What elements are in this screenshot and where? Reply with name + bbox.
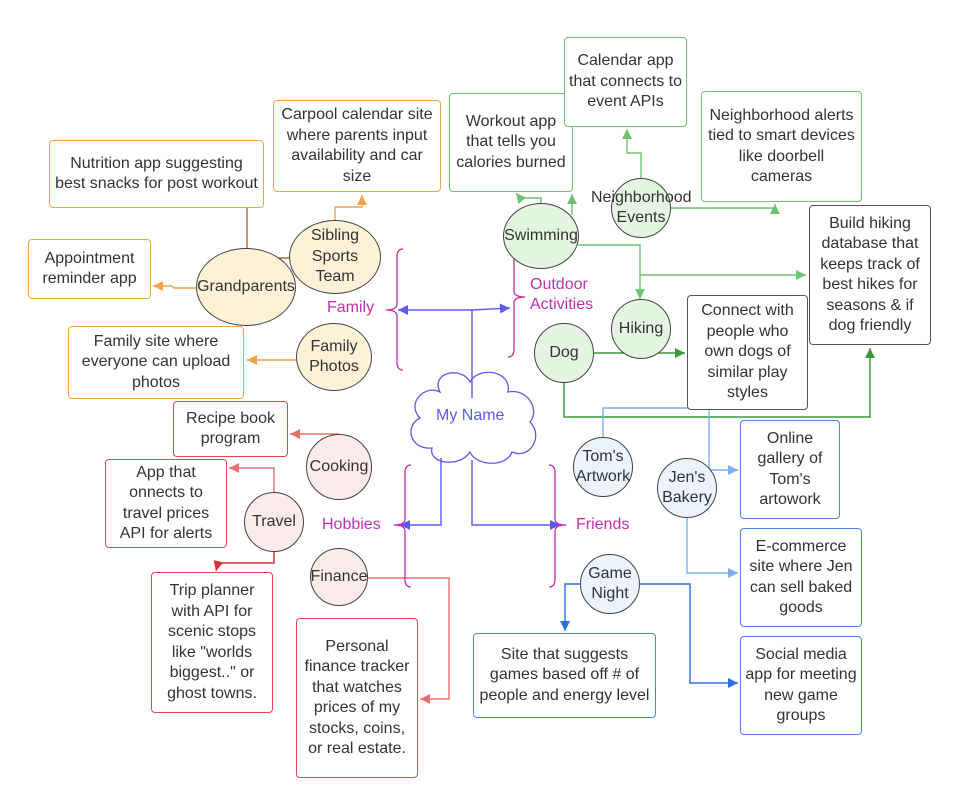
arrowhead-icon [213, 560, 224, 571]
arrowhead-icon [420, 694, 430, 704]
idea-box-socialMedia[interactable]: Social media app for meeting new game gr… [740, 636, 862, 735]
idea-box-trip[interactable]: Trip planner with API for scenic stops l… [151, 572, 273, 713]
center-label: My Name [436, 407, 505, 424]
arrowhead-icon [865, 348, 875, 358]
topic-label: Tom's Artwork [575, 447, 631, 486]
topic-node-travel[interactable]: Travel [244, 492, 304, 552]
topic-node-jens[interactable]: Jen's Bakery [657, 458, 717, 518]
topic-node-gameNight[interactable]: Game Night [580, 554, 640, 614]
arrowhead-icon [560, 621, 570, 631]
arrowhead-icon [357, 195, 367, 205]
topic-label: Hiking [618, 319, 664, 337]
topic-label: Dog [549, 343, 579, 361]
mind-map: Nutrition app suggesting best snacks for… [0, 0, 954, 810]
topic-label: Cooking [309, 457, 369, 475]
topic-label: Sibling Sports Team [310, 227, 360, 286]
idea-box-workout[interactable]: Workout app that tells you calories burn… [449, 93, 573, 192]
arrowhead-icon [728, 568, 738, 578]
arrowhead-icon [728, 678, 738, 688]
topic-label: Grandparents [197, 277, 295, 295]
idea-box-appointment[interactable]: Appointment reminder app [28, 239, 151, 299]
connector-line [215, 552, 275, 572]
arrowhead-icon [247, 355, 257, 365]
topic-node-neighborhood[interactable]: Neighborhood Events [591, 178, 692, 238]
idea-box-travelApp[interactable]: App that onnects to travel prices API fo… [105, 459, 227, 548]
topic-label: Game Night [588, 564, 632, 603]
topic-label: Travel [252, 512, 296, 530]
topic-node-grandparents[interactable]: Grandparents [196, 248, 296, 326]
connector-line [686, 518, 738, 574]
arrowhead-icon [675, 348, 685, 358]
topic-node-cooking[interactable]: Cooking [306, 434, 372, 500]
topic-node-familyPhotos[interactable]: Family Photos [296, 323, 372, 391]
idea-box-familySite[interactable]: Family site where everyone can upload ph… [68, 326, 244, 399]
arrowhead-icon [567, 194, 577, 204]
topic-label: Family Photos [309, 337, 359, 376]
arrowhead-icon [770, 204, 780, 214]
arrowhead-icon [796, 270, 806, 280]
arrowhead-icon [622, 129, 632, 139]
topic-node-dog[interactable]: Dog [534, 323, 594, 383]
arrowhead-icon [290, 429, 300, 439]
category-label-family: Family [327, 299, 375, 316]
idea-box-neighborhoodAlerts[interactable]: Neighborhood alerts tied to smart device… [701, 91, 862, 202]
arrowhead-icon [398, 305, 408, 315]
topic-label: Neighborhood Events [591, 188, 692, 227]
connector-line [229, 467, 275, 492]
topic-node-finance[interactable]: Finance [310, 548, 368, 606]
idea-box-ecommerce[interactable]: E-commerce site where Jen can sell baked… [740, 528, 862, 627]
connector-line [471, 460, 560, 526]
idea-box-carpool[interactable]: Carpool calendar site where parents inpu… [273, 100, 441, 192]
arrowhead-icon [229, 463, 239, 473]
category-label-hobbies: Hobbies [322, 516, 381, 533]
topic-label: Swimming [504, 226, 578, 244]
topic-node-toms[interactable]: Tom's Artwork [573, 437, 633, 497]
idea-box-siteGames[interactable]: Site that suggests games based off # of … [473, 633, 656, 718]
connector-line [334, 195, 363, 220]
idea-box-recipe[interactable]: Recipe book program [173, 401, 288, 457]
category-label-friends: Friends [576, 516, 630, 533]
category-label-outdoor: Outdoor Activities [530, 276, 594, 313]
idea-box-hikingDb[interactable]: Build hiking database that keeps track o… [809, 205, 931, 345]
idea-box-financeTracker[interactable]: Personal finance tracker that watches pr… [296, 618, 418, 778]
topic-label: Jen's Bakery [662, 468, 712, 507]
idea-box-connectDogs[interactable]: Connect with people who own dogs of simi… [687, 295, 808, 410]
topic-label: Finance [310, 567, 368, 585]
arrowhead-icon [516, 193, 527, 204]
arrowhead-icon [153, 281, 163, 291]
arrowhead-icon [728, 465, 738, 475]
topic-node-swimming[interactable]: Swimming [503, 203, 579, 269]
idea-box-onlineGallery[interactable]: Online gallery of Tom's artowork [740, 420, 840, 519]
idea-box-nutrition[interactable]: Nutrition app suggesting best snacks for… [49, 140, 264, 208]
arrowhead-icon [499, 303, 510, 314]
idea-box-calendar[interactable]: Calendar app that connects to event APIs [564, 37, 687, 127]
topic-node-sibling[interactable]: Sibling Sports Team [289, 220, 381, 294]
